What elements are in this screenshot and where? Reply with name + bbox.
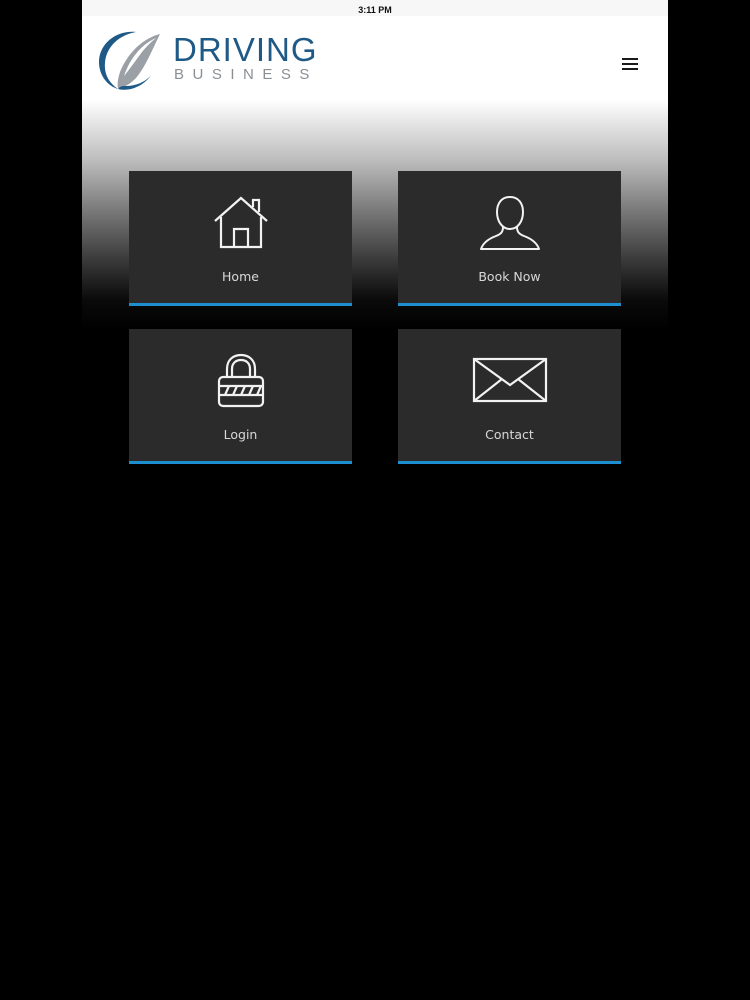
tile-label: Book Now [478,269,541,284]
menu-line [622,58,638,60]
logo-word-business: BUSINESS [174,66,318,83]
tile-label: Contact [485,427,534,442]
status-time: 3:11 PM [358,5,392,15]
person-icon [479,196,540,250]
house-icon [213,196,268,249]
menu-line [622,63,638,65]
hamburger-icon[interactable] [619,56,641,72]
lock-icon [217,353,264,408]
tile-book-now[interactable]: Book Now [398,171,621,306]
logo-word-driving: DRIVING [173,31,318,68]
tile-contact[interactable]: Contact [398,329,621,464]
brand-logo[interactable]: DRIVING BUSINESS [96,28,336,92]
tile-label: Home [222,269,259,284]
logo-swoosh-icon [99,31,160,90]
screen: 3:11 PM DRIVING BUSINESS Home Book Now L… [0,0,750,1000]
envelope-icon [472,357,547,403]
menu-line [622,68,638,70]
tile-home[interactable]: Home [129,171,352,306]
status-bar: 3:11 PM [82,0,668,16]
tile-label: Login [223,427,258,442]
tile-login[interactable]: Login [129,329,352,464]
